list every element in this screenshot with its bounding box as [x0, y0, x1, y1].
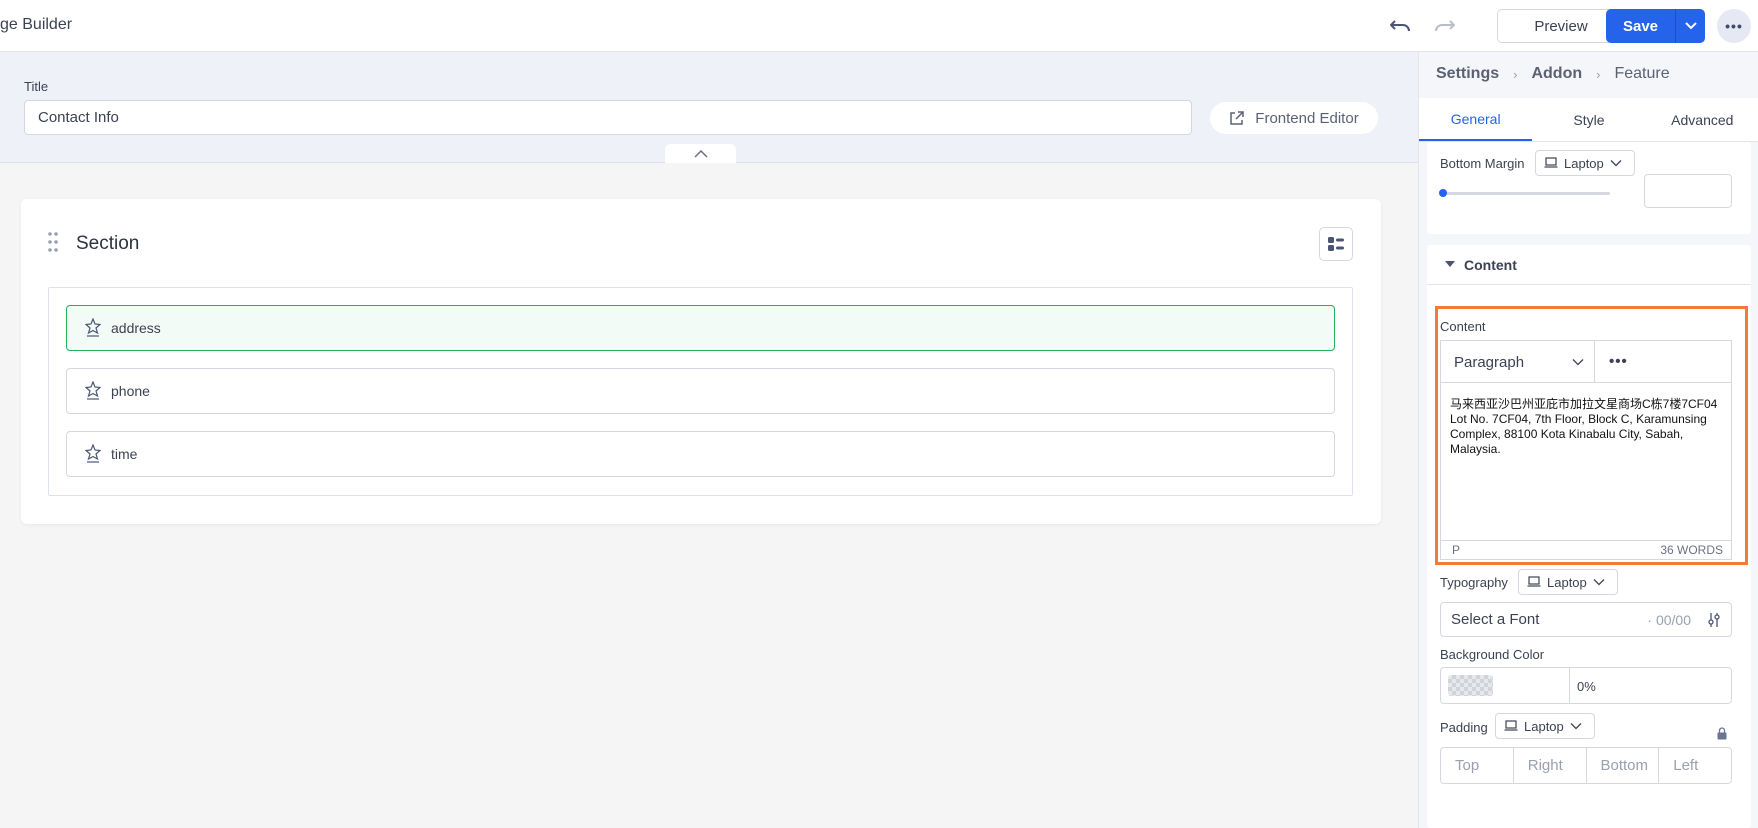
typography-label: Typography — [1440, 575, 1508, 590]
breadcrumb-addon[interactable]: Addon — [1531, 65, 1582, 83]
addon-item-time[interactable]: time — [66, 431, 1335, 477]
chevron-down-icon — [1570, 723, 1582, 730]
bottom-margin-input[interactable] — [1644, 174, 1732, 208]
collapse-toggle[interactable] — [665, 144, 736, 163]
bottom-margin-card: Bottom Margin Laptop — [1427, 142, 1751, 234]
bottom-margin-slider[interactable] — [1440, 192, 1610, 195]
chevron-down-icon — [1593, 579, 1605, 586]
tab-general[interactable]: General — [1419, 98, 1533, 141]
background-color-label: Background Color — [1440, 647, 1545, 662]
caret-down-icon — [1445, 261, 1455, 267]
font-select-placeholder: Select a Font — [1451, 611, 1540, 628]
color-swatch[interactable] — [1448, 675, 1493, 696]
feature-icon — [85, 318, 101, 337]
padding-inputs: Top Right Bottom Left — [1440, 747, 1732, 784]
padding-right-input[interactable]: Right — [1514, 748, 1587, 783]
laptop-icon — [1504, 720, 1518, 731]
app-title: ge Builder — [0, 16, 73, 33]
device-label: Laptop — [1547, 574, 1587, 590]
chevron-right-icon: › — [1513, 66, 1518, 82]
background-color-field: 0% — [1440, 667, 1732, 704]
breadcrumb-feature: Feature — [1614, 65, 1670, 82]
sliders-icon[interactable] — [1707, 612, 1721, 628]
content-section-header[interactable]: Content — [1445, 257, 1517, 273]
addon-item-phone[interactable]: phone — [66, 368, 1335, 414]
addon-label: time — [111, 446, 138, 462]
addon-list: address phone time — [48, 287, 1353, 496]
laptop-icon — [1527, 576, 1541, 587]
padding-bottom-input[interactable]: Bottom — [1587, 748, 1660, 783]
title-input[interactable]: Contact Info — [24, 100, 1192, 135]
padding-device-select[interactable]: Laptop — [1495, 713, 1595, 739]
tab-style[interactable]: Style — [1532, 98, 1645, 141]
layout-icon — [1328, 237, 1344, 251]
feature-icon — [85, 381, 101, 400]
padding-top-input[interactable]: Top — [1441, 748, 1514, 783]
addon-item-address[interactable]: address — [66, 305, 1335, 351]
tab-advanced[interactable]: Advanced — [1646, 98, 1758, 141]
chevron-down-icon — [1610, 160, 1622, 167]
frontend-editor-button[interactable]: Frontend Editor — [1210, 102, 1378, 134]
padding-label: Padding — [1440, 720, 1488, 735]
external-link-icon — [1230, 111, 1245, 125]
title-label: Title — [24, 79, 49, 94]
chevron-down-icon — [1684, 22, 1697, 30]
font-select[interactable]: Select a Font · 00/00 — [1440, 602, 1732, 637]
opacity-value[interactable]: 0% — [1577, 679, 1596, 694]
drag-handle-icon[interactable] — [47, 231, 59, 253]
feature-icon — [85, 444, 101, 463]
title-area: Title Contact Info Frontend Editor — [0, 52, 1418, 163]
top-bar: ge Builder Preview Save ••• — [0, 0, 1758, 52]
content-section-label: Content — [1464, 257, 1517, 273]
breadcrumb: Settings › Addon › Feature — [1436, 65, 1670, 83]
settings-tabs: General Style Advanced — [1419, 98, 1758, 142]
chevron-right-icon: › — [1596, 66, 1601, 82]
bottom-margin-label: Bottom Margin — [1440, 156, 1525, 171]
save-button[interactable]: Save — [1606, 9, 1675, 43]
more-options-button[interactable]: ••• — [1717, 9, 1751, 43]
breadcrumb-settings[interactable]: Settings — [1436, 65, 1499, 83]
highlight-box — [1435, 306, 1748, 565]
laptop-icon — [1544, 157, 1558, 168]
save-options-button[interactable] — [1675, 9, 1705, 43]
divider — [1427, 284, 1751, 285]
bullet-dot: · — [1647, 611, 1652, 628]
addon-label: phone — [111, 383, 150, 399]
frontend-editor-label: Frontend Editor — [1255, 109, 1359, 127]
addon-label: address — [111, 320, 161, 336]
section-card: Section address phone time — [21, 199, 1381, 524]
redo-icon[interactable] — [1432, 13, 1456, 37]
device-label: Laptop — [1524, 718, 1564, 734]
bottom-margin-device-select[interactable]: Laptop — [1535, 150, 1635, 176]
divider — [1569, 668, 1570, 703]
lock-icon[interactable] — [1716, 727, 1728, 745]
slider-handle[interactable] — [1439, 189, 1447, 197]
typography-device-select[interactable]: Laptop — [1518, 569, 1618, 595]
undo-icon[interactable] — [1389, 13, 1413, 37]
chevron-up-icon — [693, 149, 708, 158]
section-layout-button[interactable] — [1319, 227, 1353, 261]
section-title: Section — [76, 233, 140, 254]
font-count: 00/00 — [1655, 611, 1691, 628]
padding-left-input[interactable]: Left — [1659, 748, 1731, 783]
device-label: Laptop — [1564, 155, 1604, 171]
